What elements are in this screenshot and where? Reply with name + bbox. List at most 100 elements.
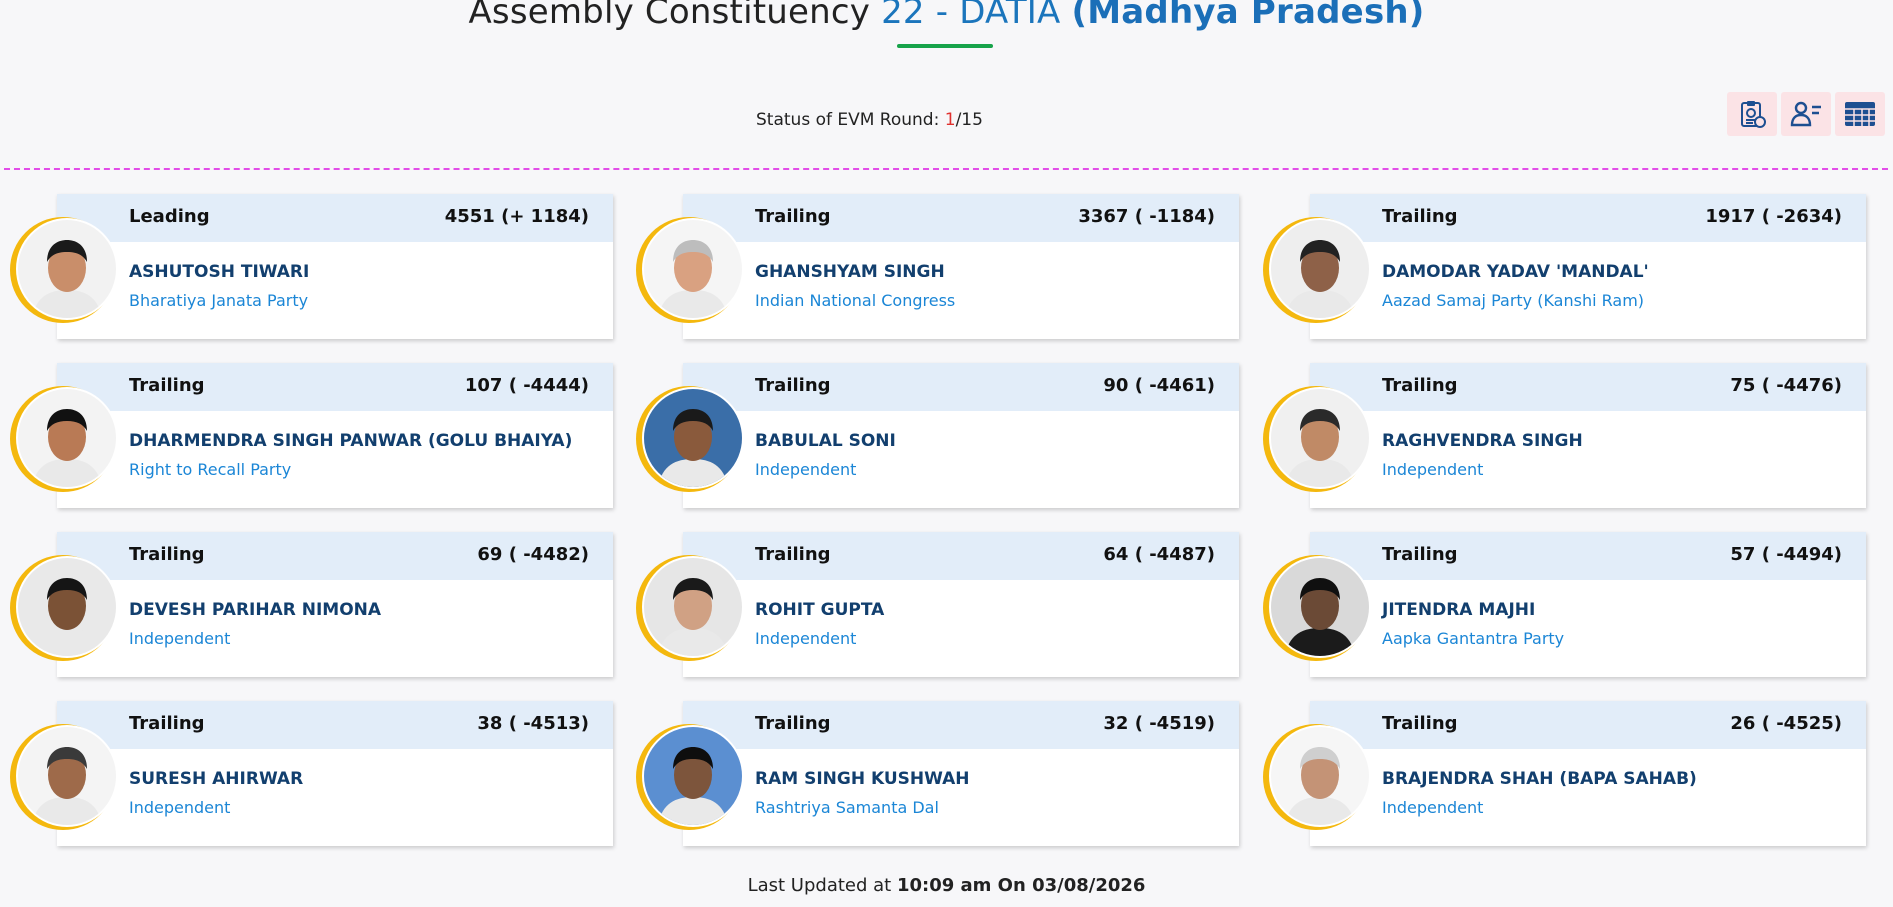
candidate-photo — [18, 220, 116, 318]
candidate-votes: 69 ( -4482) — [477, 544, 589, 565]
candidate-card: Trailing 26 ( -4525) BRAJENDRA SHAH (BAPA … — [1310, 701, 1866, 846]
candidate-list-button[interactable] — [1781, 92, 1831, 136]
candidate-votes: 3367 ( -1184) — [1078, 206, 1215, 227]
evm-round-total: 15 — [961, 110, 983, 130]
candidate-party: Aazad Samaj Party (Kanshi Ram) — [1382, 291, 1645, 310]
candidate-party: Rashtriya Samanta Dal — [755, 798, 939, 817]
candidate-votes: 107 ( -4444) — [464, 375, 589, 396]
candidate-photo — [644, 220, 742, 318]
candidate-photo — [18, 558, 116, 656]
candidate-name: DEVESH PARIHAR NIMONA — [129, 600, 382, 620]
candidate-votes: 64 ( -4487) — [1103, 544, 1215, 565]
candidate-photo — [1271, 558, 1369, 656]
candidate-list-icon — [1790, 101, 1821, 127]
candidate-name: RAM SINGH KUSHWAH — [755, 769, 970, 789]
candidate-party: Independent — [1382, 798, 1484, 817]
candidate-party: Independent — [129, 629, 231, 648]
candidate-party: Independent — [755, 460, 857, 479]
candidate-card-header: Trailing 32 ( -4519) — [683, 701, 1239, 749]
candidate-photo-ring — [636, 386, 742, 492]
candidate-party: Bharatiya Janata Party — [129, 291, 309, 310]
candidate-party: Independent — [1382, 460, 1484, 479]
candidate-status: Trailing — [129, 713, 205, 734]
candidate-photo-ring — [10, 386, 116, 492]
candidate-photo-ring — [636, 217, 742, 323]
candidate-photo — [1271, 727, 1369, 825]
candidate-status: Trailing — [1382, 713, 1458, 734]
candidate-status: Trailing — [129, 375, 205, 396]
table-view-button[interactable] — [1835, 92, 1885, 136]
candidate-votes: 57 ( -4494) — [1730, 544, 1842, 565]
candidate-votes: 75 ( -4476) — [1730, 375, 1842, 396]
clipboard-report-icon — [1741, 101, 1766, 128]
candidate-party: Indian National Congress — [755, 291, 956, 310]
last-updated-label: Last Updated at — [747, 875, 892, 896]
candidate-card: Trailing 90 ( -4461) BABULAL SONI Independe… — [683, 363, 1239, 508]
candidate-card-header: Trailing 90 ( -4461) — [683, 363, 1239, 411]
candidate-photo — [18, 727, 116, 825]
candidate-card: Trailing 64 ( -4487) ROHIT GUPTA Independen… — [683, 532, 1239, 677]
candidate-votes: 38 ( -4513) — [477, 713, 589, 734]
candidate-card-header: Trailing 107 ( -4444) — [57, 363, 613, 411]
candidate-party: Independent — [129, 798, 231, 817]
candidate-card: Trailing 75 ( -4476) RAGHVENDRA SINGH Indep… — [1310, 363, 1866, 508]
candidate-card-header: Trailing 57 ( -4494) — [1310, 532, 1866, 580]
candidate-status: Trailing — [755, 544, 831, 565]
candidate-name: ASHUTOSH TIWARI — [129, 262, 310, 282]
candidate-photo — [1271, 220, 1369, 318]
candidate-photo-ring — [1263, 724, 1369, 830]
candidate-name: SURESH AHIRWAR — [129, 769, 304, 789]
candidate-card-header: Leading 4551 (+ 1184) — [57, 194, 613, 242]
candidate-photo — [644, 727, 742, 825]
candidate-votes: 26 ( -4525) — [1730, 713, 1842, 734]
candidate-name: GHANSHYAM SINGH — [755, 262, 945, 282]
candidate-votes: 32 ( -4519) — [1103, 713, 1215, 734]
candidate-card-header: Trailing 26 ( -4525) — [1310, 701, 1866, 749]
candidate-card-header: Trailing 38 ( -4513) — [57, 701, 613, 749]
candidate-name: BABULAL SONI — [755, 431, 896, 451]
candidate-card-header: Trailing 64 ( -4487) — [683, 532, 1239, 580]
candidate-card: Trailing 32 ( -4519) RAM SINGH KUSHWAH Rash… — [683, 701, 1239, 846]
candidate-name: DHARMENDRA SINGH PANWAR (GOLU BHAIYA) — [129, 431, 573, 451]
candidate-votes: 1917 ( -2634) — [1705, 206, 1842, 227]
candidate-photo-ring — [636, 724, 742, 830]
candidate-card: Leading 4551 (+ 1184) ASHUTOSH TIWARI Bhara… — [57, 194, 613, 339]
candidate-votes: 4551 (+ 1184) — [444, 206, 589, 227]
candidate-card-header: Trailing 69 ( -4482) — [57, 532, 613, 580]
candidate-status: Leading — [129, 206, 210, 227]
candidate-photo-ring — [1263, 217, 1369, 323]
page-title: Assembly Constituency 22 - DATIA (Madhya… — [0, 0, 1893, 32]
candidate-votes: 90 ( -4461) — [1103, 375, 1215, 396]
candidate-status: Trailing — [755, 206, 831, 227]
last-updated-time: 10:09 am On 03/08/2026 — [896, 875, 1146, 896]
candidate-photo-ring — [636, 555, 742, 661]
candidate-card: Trailing 107 ( -4444) DHARMENDRA SINGH PAN… — [57, 363, 613, 508]
candidate-name: JITENDRA MAJHI — [1382, 600, 1536, 620]
candidate-card: Trailing 1917 ( -2634) DAMODAR YADAV 'MAND… — [1310, 194, 1866, 339]
evm-round-label: Status of EVM Round: — [756, 110, 940, 130]
candidate-photo — [644, 558, 742, 656]
candidate-name: ROHIT GUPTA — [755, 600, 885, 620]
candidate-card: Trailing 3367 ( -1184) GHANSHYAM SINGH Indi… — [683, 194, 1239, 339]
evm-round-status: Status of EVM Round: 1/15 — [756, 110, 983, 130]
candidate-name: RAGHVENDRA SINGH — [1382, 431, 1583, 451]
candidate-card-header: Trailing 3367 ( -1184) — [683, 194, 1239, 242]
title-underline — [897, 44, 993, 48]
candidate-card-header: Trailing 75 ( -4476) — [1310, 363, 1866, 411]
candidate-card: Trailing 69 ( -4482) DEVESH PARIHAR NIMONA… — [57, 532, 613, 677]
candidate-name: BRAJENDRA SHAH (BAPA SAHAB) — [1382, 769, 1697, 789]
candidate-photo-ring — [10, 217, 116, 323]
candidate-party: Aapka Gantantra Party — [1382, 629, 1565, 648]
candidate-party: Independent — [755, 629, 857, 648]
constituency-code: 22 - DATIA — [881, 0, 1061, 32]
candidate-status: Trailing — [1382, 544, 1458, 565]
candidate-status: Trailing — [1382, 375, 1458, 396]
evm-round-current: 1 — [944, 110, 956, 130]
candidate-photo — [1271, 389, 1369, 487]
candidate-photo-ring — [1263, 386, 1369, 492]
last-updated: Last Updated at 10:09 am On 03/08/2026 — [0, 875, 1893, 896]
candidate-party: Right to Recall Party — [129, 460, 292, 479]
report-button[interactable] — [1727, 92, 1777, 136]
candidate-card-header: Trailing 1917 ( -2634) — [1310, 194, 1866, 242]
candidate-name: DAMODAR YADAV 'MANDAL' — [1382, 262, 1649, 282]
